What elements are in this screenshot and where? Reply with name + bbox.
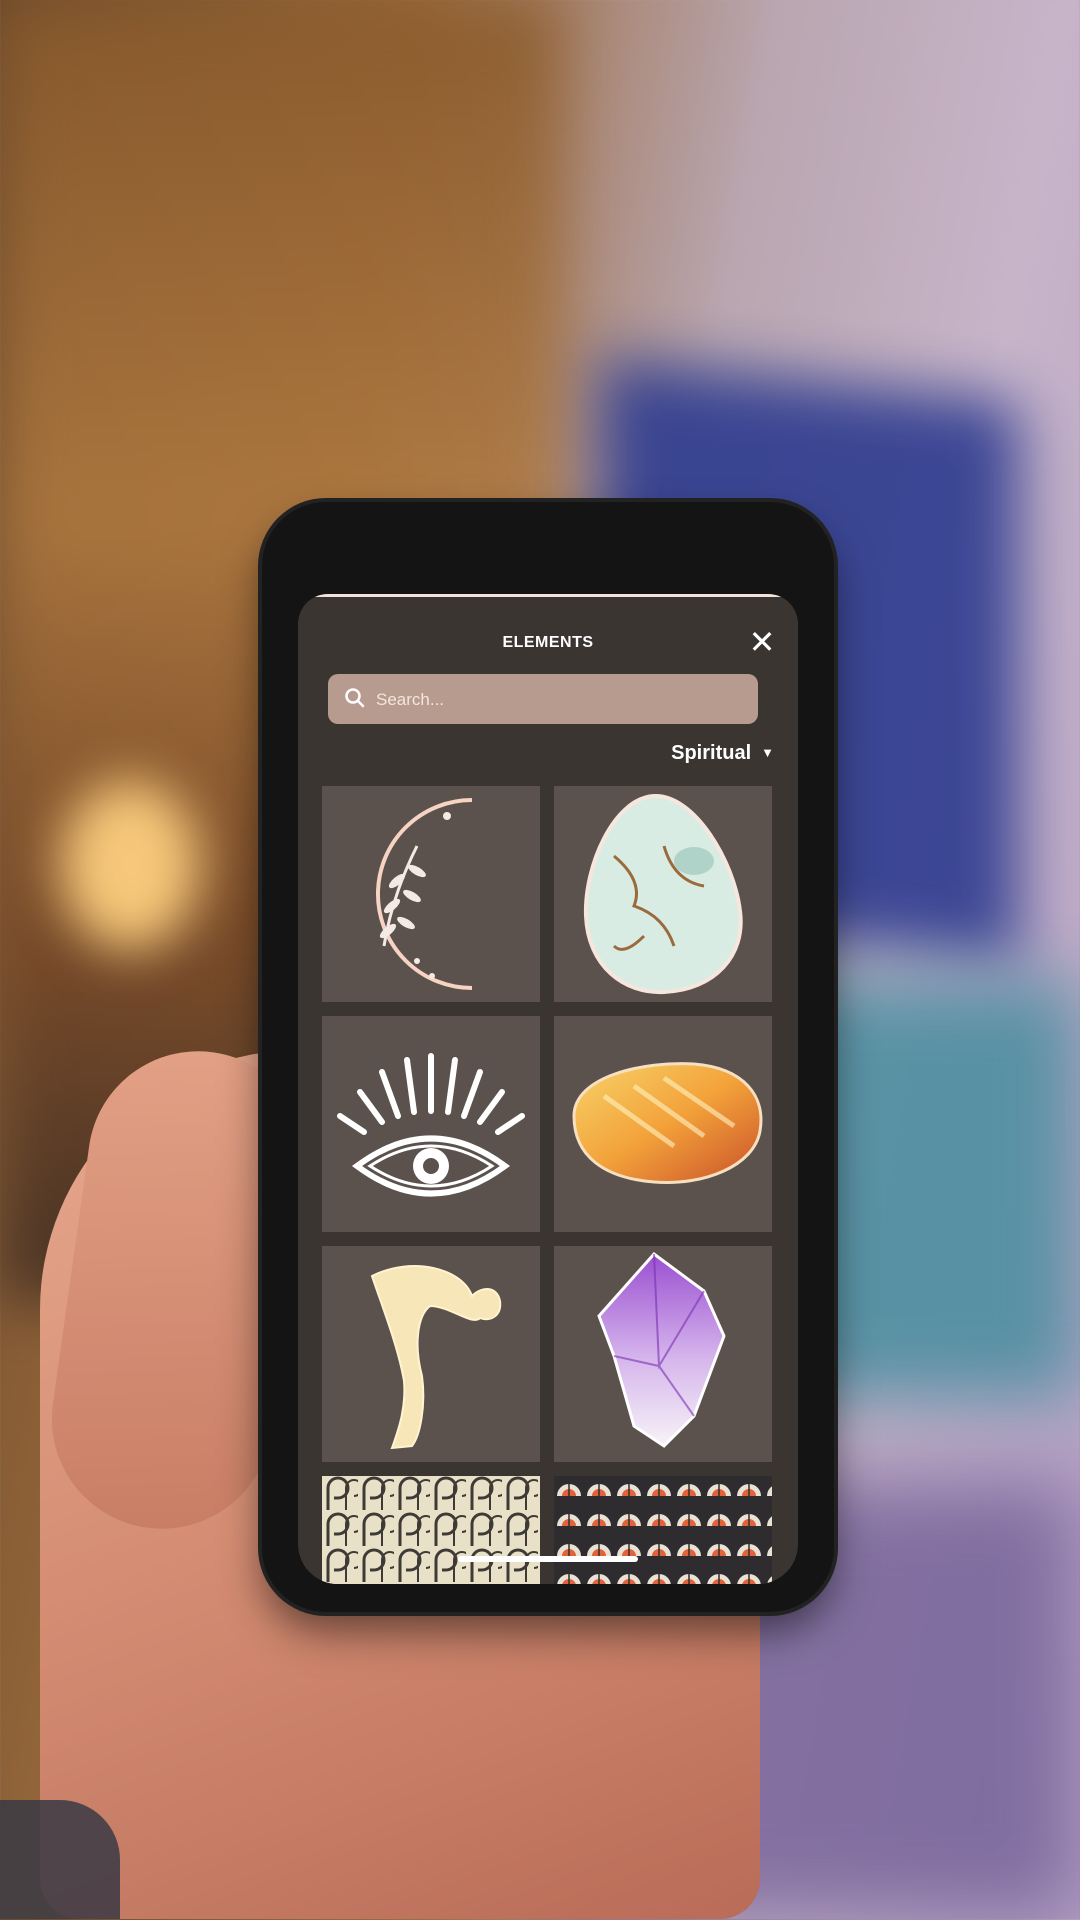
crescent-moon-element[interactable]: [322, 786, 540, 1002]
stone-icon: [572, 1062, 763, 1185]
search-icon: [345, 688, 365, 708]
pattern-fans-element[interactable]: [554, 1476, 772, 1584]
eye-element[interactable]: [322, 1016, 540, 1232]
category-filter[interactable]: Spiritual ▼: [671, 742, 774, 765]
phone: ELEMENTS ✕ Spiritual ▼: [262, 502, 834, 1612]
pattern-icon: [322, 1476, 540, 1584]
pattern-icon: [554, 1476, 772, 1584]
agate-stone-element[interactable]: [554, 786, 772, 1002]
amber-stone-element[interactable]: [554, 1016, 772, 1232]
pattern-loops-element[interactable]: [322, 1476, 540, 1584]
elements-panel: ELEMENTS ✕ Spiritual ▼: [298, 594, 798, 1584]
stone-icon: [583, 793, 743, 995]
category-filter-label: Spiritual: [671, 742, 752, 764]
figure-icon: [370, 1265, 502, 1450]
background-lamp: [60, 780, 200, 950]
yoga-pose-element[interactable]: [322, 1246, 540, 1462]
sheet-edge: [298, 594, 798, 607]
amethyst-crystal-element[interactable]: [554, 1246, 772, 1462]
home-indicator[interactable]: [458, 1556, 638, 1562]
search-bar[interactable]: [328, 674, 758, 726]
moon-icon: [376, 798, 473, 990]
panel-title: ELEMENTS: [502, 634, 594, 651]
tattoo: [0, 1800, 120, 1919]
close-icon[interactable]: ✕: [744, 624, 780, 660]
search-input[interactable]: [374, 674, 748, 726]
caret-down-icon: ▼: [761, 745, 774, 760]
eye-icon: [337, 1053, 525, 1197]
crystal-icon: [597, 1251, 726, 1448]
